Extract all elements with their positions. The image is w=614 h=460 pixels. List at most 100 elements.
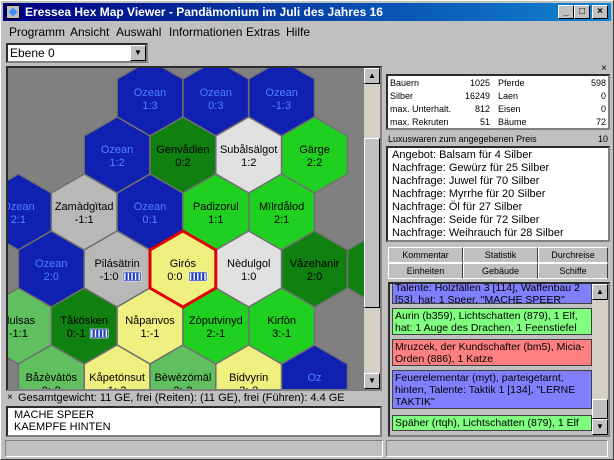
hex-name: Kirfòn	[267, 315, 296, 327]
hex-coord: 1:3	[142, 100, 157, 112]
close-icon[interactable]: ×	[7, 391, 13, 405]
hex-name: Nulsas	[8, 315, 36, 327]
app-icon	[6, 5, 20, 19]
hex-coord: 0:1	[142, 214, 157, 226]
hex-coord: 1:2	[109, 157, 124, 169]
stat-row: max. Unterhalt. 812	[390, 104, 490, 114]
orders-editor[interactable]: MACHE SPEER KAEMPFE HINTEN	[6, 406, 382, 437]
stat-row: Eisen 0	[498, 104, 606, 114]
tab-kommentar[interactable]: Kommentar	[388, 247, 463, 263]
scroll-up-icon[interactable]: ▲	[592, 284, 608, 300]
hex-name: Girós	[170, 258, 197, 270]
hex-name: Ozean	[200, 87, 232, 99]
unit-entry[interactable]: Aurin (b359), Lichtschatten (879), 1 Elf…	[392, 308, 592, 335]
hex-name: Ozean	[265, 87, 297, 99]
tab-einheiten[interactable]: Einheiten	[388, 263, 463, 279]
hex-coord: 2:0	[44, 271, 59, 283]
hex-name: Kåpetönsut	[89, 372, 145, 384]
unit-scrollbar[interactable]: ▲ ▼	[592, 284, 608, 435]
hex-tile	[346, 239, 364, 299]
hex-name: Pilásätrin	[94, 258, 139, 270]
hex-name: Genvådien	[156, 144, 209, 156]
menu-ansicht[interactable]: Ansicht	[70, 25, 109, 39]
tab-gebaeude[interactable]: Gebäude	[463, 263, 538, 279]
hex-name: Båzèvàtös	[26, 372, 78, 384]
scroll-up-icon[interactable]: ▲	[364, 68, 380, 84]
hex-coord: 1:0	[241, 271, 256, 283]
castle-icon	[122, 271, 142, 282]
list-item: Nachfrage: Seide für 72 Silber	[392, 214, 540, 226]
hex-name: Nèdulgol	[227, 258, 270, 270]
map-scrollbar[interactable]: ▲ ▼	[364, 68, 380, 389]
castle-icon	[89, 328, 109, 339]
tab-statistik[interactable]: Statistik	[463, 247, 538, 263]
hex-name: Ozean	[134, 87, 166, 99]
tab-durchreise[interactable]: Durchreise	[538, 247, 608, 263]
stat-row: Bauern 1025	[390, 78, 490, 88]
scroll-down-icon[interactable]: ▼	[364, 373, 380, 389]
scroll-down-icon[interactable]: ▼	[592, 419, 608, 435]
order-line: MACHE SPEER	[14, 409, 95, 421]
unit-entry[interactable]: Feuerelementar (myt), parteigetarnt, hin…	[392, 370, 592, 409]
close-icon[interactable]: ×	[601, 63, 607, 74]
unit-entry[interactable]: Späher (rtqh), Lichtschatten (879), 1 El…	[392, 415, 592, 431]
hex-name: Ozean	[35, 258, 67, 270]
hex-coord: 0:3	[208, 100, 223, 112]
menu-informationen[interactable]: Informationen	[169, 25, 242, 39]
order-line: KAEMPFE HINTEN	[14, 421, 111, 433]
region-stats: Bauern 1025 Pferde 598 Silber 16249 Laen…	[386, 74, 610, 130]
hex-coord: 2:1	[11, 214, 26, 226]
hex-map-canvas[interactable]: Ozean1:3Ozean0:3Ozean-1:3Ozean1:2Genvådi…	[8, 68, 364, 389]
hex-coord: 1:2	[241, 157, 256, 169]
scroll-thumb[interactable]	[592, 399, 608, 419]
hex-name: Gärge	[299, 144, 330, 156]
stat-row: Bäume 72	[498, 117, 606, 127]
level-select-value: Ebene 0	[10, 46, 55, 60]
hex-map[interactable]: Ozean 1:3 Ozean 0:3 Ozean -1:3 Ozean 1:2 Genvådi…	[6, 66, 382, 391]
hex-region[interactable]: Buzás3:0	[346, 231, 365, 307]
hex-coord: 2:2	[307, 157, 322, 169]
list-item: Nachfrage: Juwel für 70 Silber	[392, 175, 540, 187]
unit-list[interactable]: Talente: Holzfällen 3 [114], Waffenbau 2…	[388, 282, 610, 437]
stat-row: Silber 16249	[390, 91, 490, 101]
title-bar[interactable]: Eressea Hex Map Viewer - Pandämonium im …	[3, 3, 611, 21]
list-item: Nachfrage: Öl für 27 Silber	[392, 201, 523, 213]
stat-row: max. Rekruten 51	[390, 117, 490, 127]
menu-programm[interactable]: Programm	[9, 25, 65, 39]
tab-schiffe[interactable]: Schiffe	[538, 263, 608, 279]
hex-coord: 3:-1	[272, 328, 291, 340]
hex-name: Zòputvinyd	[189, 315, 243, 327]
luxury-label: Luxuswaren zum angegebenen Preis	[388, 134, 537, 144]
hex-coord: 2:1	[274, 214, 289, 226]
hex-coord: -1:1	[75, 214, 94, 226]
hex-name: Padizorul	[193, 201, 239, 213]
menu-hilfe[interactable]: Hilfe	[286, 25, 310, 39]
stat-row: Pferde 598	[498, 78, 606, 88]
luxury-list[interactable]: Angebot: Balsam für 4 Silber Nachfrage: …	[386, 146, 610, 242]
minimize-button[interactable]: _	[558, 5, 574, 19]
menu-bar: Programm Ansicht Auswahl Informationen E…	[3, 22, 611, 41]
hex-name: Bidvyrin	[229, 372, 268, 384]
weight-status: × Gesamtgewicht: 11 GE, frei (Reiten): (…	[6, 391, 382, 405]
luxury-count: 10	[598, 134, 609, 144]
close-button[interactable]: ×	[592, 5, 608, 19]
chevron-down-icon[interactable]: ▼	[130, 45, 146, 61]
hex-coord: 1:1	[208, 214, 223, 226]
window-title: Eressea Hex Map Viewer - Pandämonium im …	[25, 5, 383, 19]
unit-entry[interactable]: Mruzcek, der Kundschafter (bm5), Micia-O…	[392, 339, 592, 366]
unit-entry[interactable]: Talente: Holzfällen 3 [114], Waffenbau 2…	[392, 284, 592, 304]
level-select[interactable]: Ebene 0 ▼	[6, 43, 148, 63]
list-item: Nachfrage: Weihrauch für 28 Silber	[392, 227, 564, 239]
app-window: Eressea Hex Map Viewer - Pandämonium im …	[0, 0, 614, 460]
castle-icon	[188, 271, 208, 282]
scroll-thumb[interactable]	[364, 138, 380, 308]
menu-extras[interactable]: Extras	[246, 25, 280, 39]
status-bar	[3, 439, 611, 458]
weight-status-text: Gesamtgewicht: 11 GE, frei (Reiten): (11…	[18, 392, 345, 404]
hex-coord: 2:-1	[206, 328, 225, 340]
hex-coord: 0:0	[167, 271, 182, 283]
hex-coord: 2:-2	[173, 385, 192, 389]
menu-auswahl[interactable]: Auswahl	[116, 25, 161, 39]
maximize-button[interactable]: □	[574, 5, 590, 19]
hex-name: Subålsälgot	[220, 144, 278, 156]
